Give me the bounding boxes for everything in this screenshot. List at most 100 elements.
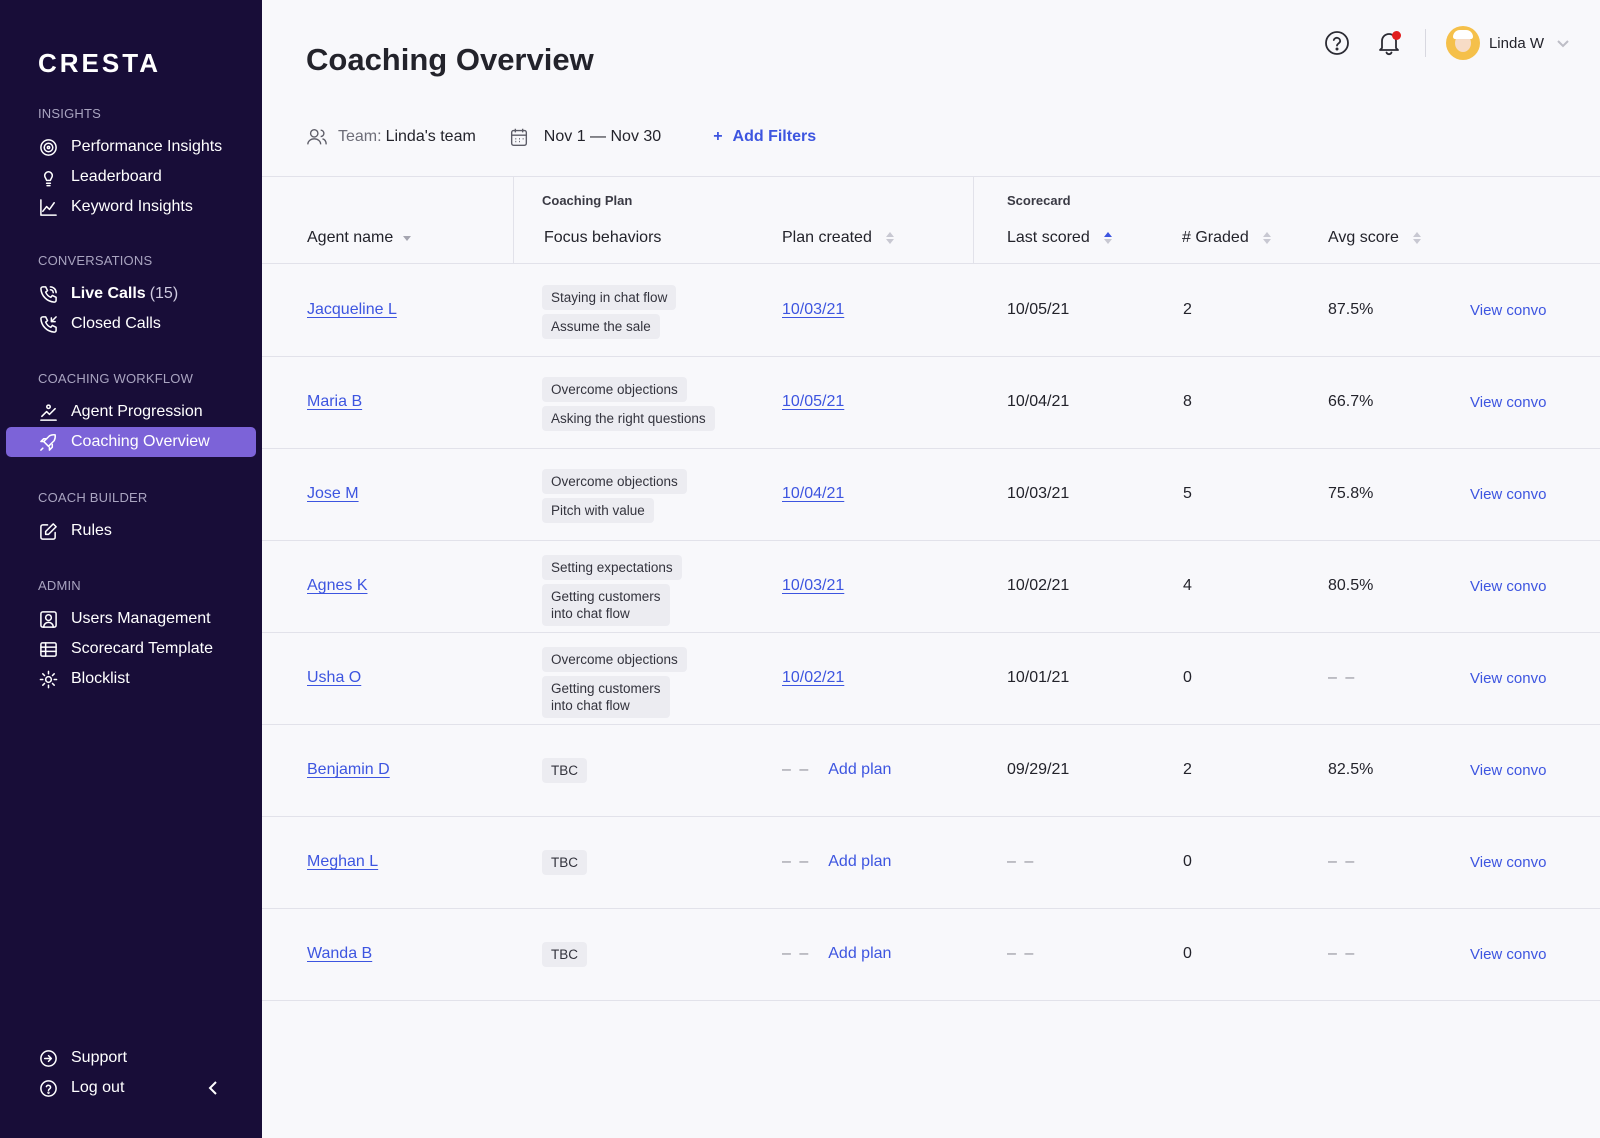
behavior-tag: TBC xyxy=(542,758,587,783)
view-convo-link[interactable]: View convo xyxy=(1470,946,1546,963)
table-row: Jacqueline L Staying in chat flow Assume t… xyxy=(262,265,1600,357)
col-avg-score[interactable]: Avg score xyxy=(1328,229,1421,247)
view-convo-link[interactable]: View convo xyxy=(1470,486,1546,503)
avg-score-value: 87.5% xyxy=(1328,301,1374,318)
sidebar-item-leaderboard[interactable]: Leaderboard xyxy=(0,162,262,192)
user-menu[interactable]: Linda W xyxy=(1445,26,1570,60)
add-plan-button[interactable]: Add plan xyxy=(828,853,891,870)
avg-score-value: 80.5% xyxy=(1328,577,1374,594)
plan-created-empty: – – Add plan xyxy=(782,945,891,963)
user-name: Linda W xyxy=(1488,34,1544,52)
add-plan-button[interactable]: Add plan xyxy=(828,945,891,962)
collapse-sidebar-icon[interactable] xyxy=(206,1080,222,1096)
avg-score-value: 75.8% xyxy=(1328,485,1374,502)
add-filters-button[interactable]: + Add Filters xyxy=(713,128,816,146)
last-scored-value: 10/04/21 xyxy=(1007,393,1070,410)
sidebar-item-keyword-insights[interactable]: Keyword Insights xyxy=(0,192,262,222)
sidebar-item-label: Rules xyxy=(71,522,112,539)
col-plan-created[interactable]: Plan created xyxy=(782,229,894,247)
avg-score-value: – – xyxy=(1328,945,1357,962)
col-agent-name[interactable]: Agent name xyxy=(307,229,412,247)
support-icon xyxy=(38,1048,58,1068)
sidebar-item-performance-insights[interactable]: Performance Insights xyxy=(0,132,262,162)
top-toolbar: Linda W xyxy=(1299,24,1570,62)
sidebar-item-label: Agent Progression xyxy=(71,403,203,420)
empty-value: – – xyxy=(782,945,811,962)
behavior-tag: Pitch with value xyxy=(542,498,654,523)
plan-created-link[interactable]: 10/05/21 xyxy=(782,393,844,411)
users-icon xyxy=(307,128,327,145)
col-last-scored[interactable]: Last scored xyxy=(1007,229,1112,247)
view-convo-link[interactable]: View convo xyxy=(1470,578,1546,595)
date-range-value: Nov 1 — Nov 30 xyxy=(543,128,662,145)
agent-name-link[interactable]: Usha O xyxy=(307,669,361,687)
filter-bar: Team: Linda's team Nov 1 — Nov 30 + Add … xyxy=(306,124,816,150)
sidebar-item-live-calls[interactable]: Live Calls (15) xyxy=(0,279,262,309)
graded-count: 0 xyxy=(1183,853,1192,870)
table-row: Maria B Overcome objections Asking the rig… xyxy=(262,357,1600,449)
column-divider xyxy=(973,177,974,264)
behavior-tag: Setting expectations xyxy=(542,555,682,580)
last-scored-value: 10/02/21 xyxy=(1007,577,1070,594)
sort-ascending-icon xyxy=(1103,232,1112,244)
focus-behaviors: TBC xyxy=(542,850,587,879)
avg-score-value: – – xyxy=(1328,853,1357,870)
agent-name-link[interactable]: Meghan L xyxy=(307,853,378,871)
sidebar-item-log-out[interactable]: Log out xyxy=(0,1073,262,1103)
sidebar-item-label: Closed Calls xyxy=(71,315,161,332)
agent-name-link[interactable]: Benjamin D xyxy=(307,761,390,779)
lightbulb-icon xyxy=(38,167,58,187)
last-scored-value: 10/05/21 xyxy=(1007,301,1070,318)
view-convo-link[interactable]: View convo xyxy=(1470,854,1546,871)
agent-name-link[interactable]: Wanda B xyxy=(307,945,372,963)
help-icon[interactable] xyxy=(1323,29,1351,57)
view-convo-link[interactable]: View convo xyxy=(1470,302,1546,319)
col-graded[interactable]: # Graded xyxy=(1182,229,1271,247)
nav-section-admin: ADMIN Users Management Scorecard Template B… xyxy=(0,576,262,694)
sidebar-item-label: Scorecard Template xyxy=(71,640,213,657)
plus-icon: + xyxy=(713,128,723,145)
sidebar-item-scorecard-template[interactable]: Scorecard Template xyxy=(0,634,262,664)
table-row: Usha O Overcome objections Getting custome… xyxy=(262,633,1600,725)
sidebar-item-users-management[interactable]: Users Management xyxy=(0,604,262,634)
sidebar-item-label: Keyword Insights xyxy=(71,198,193,215)
team-filter[interactable]: Team: Linda's team xyxy=(306,126,476,148)
sidebar-bottom: Support Log out xyxy=(0,1043,262,1103)
agent-name-link[interactable]: Agnes K xyxy=(307,577,367,595)
behavior-tag: TBC xyxy=(542,850,587,875)
sidebar: CRESTA INSIGHTS Performance Insights Leade… xyxy=(0,0,262,1138)
notification-bell-icon[interactable] xyxy=(1375,29,1403,57)
nav-section-coaching-workflow: COACHING WORKFLOW Agent Progression Coachi… xyxy=(0,369,262,457)
sidebar-item-blocklist[interactable]: Blocklist xyxy=(0,664,262,694)
last-scored-value: – – xyxy=(1007,853,1036,870)
focus-behaviors: Overcome objections Getting customers int… xyxy=(542,647,687,722)
behavior-tag: Overcome objections xyxy=(542,469,687,494)
plan-created-link[interactable]: 10/03/21 xyxy=(782,301,844,319)
help-circle-icon xyxy=(38,1078,58,1098)
cresta-logo[interactable]: CRESTA xyxy=(38,48,161,79)
plan-created-link[interactable]: 10/04/21 xyxy=(782,485,844,503)
agent-name-link[interactable]: Jose M xyxy=(307,485,359,503)
sidebar-item-agent-progression[interactable]: Agent Progression xyxy=(0,397,262,427)
agent-name-link[interactable]: Jacqueline L xyxy=(307,301,397,319)
view-convo-link[interactable]: View convo xyxy=(1470,670,1546,687)
behavior-tag: Overcome objections xyxy=(542,647,687,672)
view-convo-link[interactable]: View convo xyxy=(1470,762,1546,779)
add-plan-button[interactable]: Add plan xyxy=(828,761,891,778)
progression-icon xyxy=(38,402,58,422)
date-range-filter[interactable]: Nov 1 — Nov 30 xyxy=(508,126,661,148)
sidebar-item-support[interactable]: Support xyxy=(0,1043,262,1073)
page-title: Coaching Overview xyxy=(306,42,594,77)
focus-behaviors: Staying in chat flow Assume the sale xyxy=(542,285,677,343)
view-convo-link[interactable]: View convo xyxy=(1470,394,1546,411)
sidebar-item-rules[interactable]: Rules xyxy=(0,516,262,546)
table-row: Wanda B TBC – – Add plan – – 0 – – View convo xyxy=(262,909,1600,1001)
plan-created-link[interactable]: 10/02/21 xyxy=(782,669,844,687)
agent-name-link[interactable]: Maria B xyxy=(307,393,362,411)
empty-value: – – xyxy=(782,761,811,778)
plan-created-empty: – – Add plan xyxy=(782,761,891,779)
behavior-tag: Assume the sale xyxy=(542,314,660,339)
sidebar-item-coaching-overview[interactable]: Coaching Overview xyxy=(6,427,256,457)
plan-created-link[interactable]: 10/03/21 xyxy=(782,577,844,595)
sidebar-item-closed-calls[interactable]: Closed Calls xyxy=(0,309,262,339)
